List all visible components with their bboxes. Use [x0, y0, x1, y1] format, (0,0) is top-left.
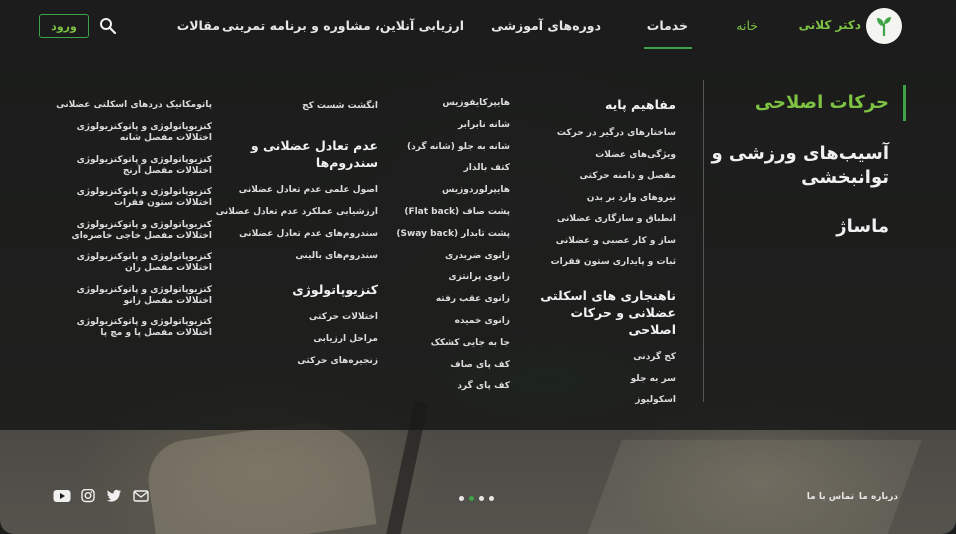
menu-link[interactable]: کنزیوپاتولوژی و پاتوکنزیولوژی اختلالات م… — [52, 220, 212, 253]
menu-divider — [703, 80, 704, 402]
menu-link[interactable]: پشت تابدار (Sway back) — [370, 229, 510, 251]
slider-dot[interactable] — [479, 496, 484, 501]
menu-link[interactable]: کف پای گرد — [370, 381, 510, 403]
menu-link[interactable]: پاتومکانیک دردهای اسکلتی عضلانی — [52, 100, 212, 122]
background-shape — [578, 440, 922, 534]
nav-courses[interactable]: دوره‌های آموزشی — [491, 18, 601, 33]
menu-column-basics: مفاهیم پایه ساختارهای درگیر در حرکت ویژگ… — [526, 96, 676, 417]
logo-plant-icon — [877, 17, 891, 36]
background-shape — [143, 415, 377, 534]
menu-link[interactable]: انطباق و سازگاری عضلانی — [526, 214, 676, 236]
menu-link[interactable]: شانه به جلو (شانه گرد) — [370, 142, 510, 164]
twitter-icon[interactable] — [106, 489, 122, 503]
menu-link[interactable]: ساختارهای درگیر در حرکت — [526, 128, 676, 150]
menu-link[interactable]: انگشت شست کج — [228, 101, 378, 137]
nav-active-underline — [644, 47, 692, 49]
menu-link[interactable]: سر به جلو — [526, 374, 676, 396]
search-icon[interactable] — [99, 17, 117, 35]
menu-link[interactable]: سندروم‌های بالینی — [228, 251, 378, 281]
category-massage[interactable]: ماساژ — [836, 216, 889, 237]
menu-link[interactable]: کنزیوپاتولوژی و پاتوکنزیولوژی اختلالات م… — [52, 122, 212, 155]
menu-link[interactable]: کف پای صاف — [370, 360, 510, 382]
menu-link[interactable]: زنجیره‌های حرکتی — [228, 356, 378, 378]
category-sports-injuries[interactable]: آسیب‌های ورزشی و توانبخشی — [709, 142, 889, 190]
menu-link[interactable]: مراحل ارزیابی — [228, 334, 378, 356]
logo[interactable] — [866, 8, 902, 44]
menu-link[interactable]: زانوی عقب رفته — [370, 294, 510, 316]
menu-link[interactable]: کتف بالدار — [370, 163, 510, 185]
menu-link[interactable]: کج گردنی — [526, 352, 676, 374]
login-button[interactable]: ورود — [39, 14, 89, 38]
column-heading: مفاهیم پایه — [604, 97, 676, 112]
menu-link[interactable]: شانه نابرابر — [370, 120, 510, 142]
slider-dots — [459, 496, 494, 501]
menu-link[interactable]: کنزیوپاتولوژی و پاتوکنزیولوژی اختلالات م… — [52, 155, 212, 188]
nav-evaluation[interactable]: ارزیابی آنلاین، مشاوره و برنامه تمرینی — [222, 18, 464, 33]
youtube-icon[interactable] — [53, 489, 71, 503]
header: دکتر کلانی خانه خدمات دوره‌های آموزشی ار… — [0, 0, 956, 52]
menu-link[interactable]: کنزیوپاتولوژی و پاتوکنزیولوژی اختلالات م… — [52, 252, 212, 285]
menu-link[interactable]: زانوی خمیده — [370, 316, 510, 338]
menu-link[interactable]: ارزشیابی عملکرد عدم تعادل عضلانی — [216, 207, 378, 229]
menu-link[interactable]: کنزیوپاتولوژی و پاتوکنزیولوژی اختلالات م… — [52, 317, 212, 350]
brand-name[interactable]: دکتر کلانی — [799, 18, 861, 32]
instagram-icon[interactable] — [80, 489, 96, 503]
column-heading: عدم تعادل عضلانی و سندروم‌ها — [250, 138, 378, 170]
footer-about-link[interactable]: درباره ما — [859, 492, 898, 502]
menu-link[interactable]: هایپرلوردوزیس — [370, 185, 510, 207]
slider-dot-active[interactable] — [469, 496, 474, 501]
menu-link[interactable]: سندروم‌های عدم تعادل عضلانی — [228, 229, 378, 251]
menu-link[interactable]: پشت صاف (Flat back) — [370, 207, 510, 229]
menu-link[interactable]: مفصل و دامنه حرکتی — [526, 171, 676, 193]
menu-column-deformities: هایپرکایفوزیس شانه نابرابر شانه به جلو (… — [370, 98, 510, 403]
footer-contact-link[interactable]: تماس با ما — [807, 492, 854, 502]
email-icon[interactable] — [133, 489, 149, 503]
menu-link[interactable]: اختلالات حرکتی — [228, 312, 378, 334]
menu-link[interactable]: زانوی ضربدری — [370, 251, 510, 273]
menu-link[interactable]: اسکولیوز — [526, 395, 676, 417]
page: دکتر کلانی خانه خدمات دوره‌های آموزشی ار… — [0, 0, 956, 534]
menu-link[interactable]: اصول علمی عدم تعادل عضلانی — [228, 185, 378, 207]
nav-services[interactable]: خدمات — [647, 18, 688, 33]
menu-link[interactable]: نیروهای وارد بر بدن — [526, 193, 676, 215]
menu-column-kinesiopathology: پاتومکانیک دردهای اسکلتی عضلانی کنزیوپات… — [52, 100, 212, 350]
menu-link[interactable]: کنزیوپاتولوژی و پاتوکنزیولوژی اختلالات س… — [52, 187, 212, 220]
menu-link[interactable]: کنزیوپاتولوژی و پاتوکنزیولوژی اختلالات م… — [52, 285, 212, 318]
menu-link[interactable]: ثبات و پایداری ستون فقرات — [526, 257, 676, 287]
menu-link[interactable]: ساز و کار عصبی و عضلانی — [526, 236, 676, 258]
slider-dot[interactable] — [489, 496, 494, 501]
menu-link[interactable]: جا به جایی کشکک — [370, 338, 510, 360]
menu-link[interactable]: هایپرکایفوزیس — [370, 98, 510, 120]
nav-articles[interactable]: مقالات — [177, 18, 220, 33]
column-heading: ناهنجاری های اسکلتی عضلانی و حرکات اصلاح… — [540, 288, 676, 337]
menu-link[interactable]: زانوی پرانتزی — [370, 272, 510, 294]
menu-column-muscle-imbalance: انگشت شست کج عدم تعادل عضلانی و سندروم‌ه… — [216, 101, 378, 378]
category-corrective-exercises[interactable]: حرکات اصلاحی — [726, 85, 906, 121]
column-heading: کنزیوپاتولوژی — [292, 282, 378, 297]
slider-dot[interactable] — [459, 496, 464, 501]
menu-link[interactable]: ویژگی‌های عضلات — [526, 150, 676, 172]
nav-home[interactable]: خانه — [736, 18, 758, 33]
